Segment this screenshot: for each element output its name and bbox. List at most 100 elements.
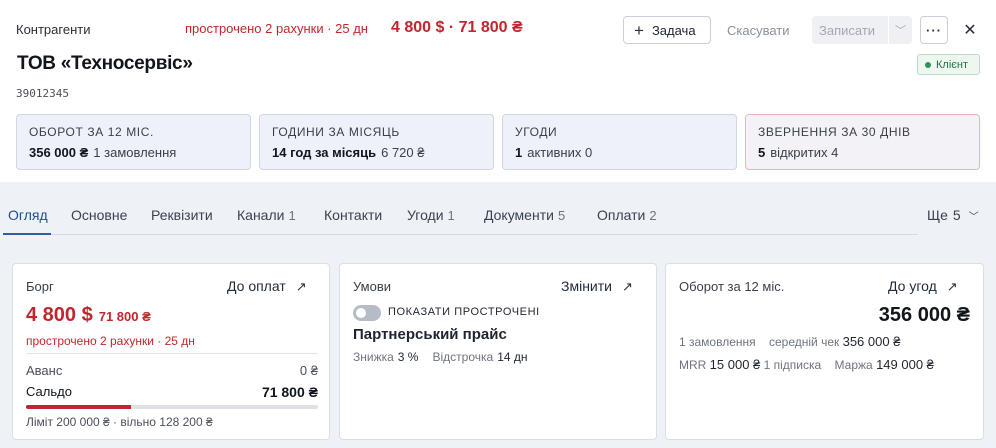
margin-value: 149 000 ₴ [876,357,934,372]
debt-card: Борг До оплат ↗ 4 800 $ 71 800 ₴ простроче… [12,263,330,440]
balance-label: Сальдо [26,384,72,399]
status-badge: Клієнт [917,54,980,75]
divider [26,353,318,354]
tab-label: Контакти [324,207,383,223]
show-overdue-label: Показати прострочені [388,306,540,318]
tab-label: Огляд [8,207,48,223]
arrow-up-right-icon: ↗ [621,279,633,294]
show-overdue-toggle[interactable] [353,305,381,321]
debt-amount-uah: 71 800 ₴ [98,309,151,324]
turnover-amount: 356 000 ₴ [878,304,970,326]
arrow-up-right-icon: ↗ [295,279,307,294]
tab-label: Основне [71,207,128,223]
debt-amount-usd: 4 800 $ [26,304,93,326]
change-terms-link[interactable]: Змінити ↗ [561,278,633,295]
stat-detail: активних 0 [527,145,593,160]
status-badge-label: Клієнт [936,58,968,71]
terms-card: Умови Змінити ↗ Показати прострочені Парт… [339,263,657,440]
breadcrumb[interactable]: Контрагенти [16,22,90,37]
tab-contacts[interactable]: Контакти [324,207,382,223]
to-deals-link[interactable]: До угод ↗ [888,278,958,295]
stat-hours[interactable]: Години за місяць 14 год за місяць 6 720 ₴ [259,114,494,170]
tab-count: 5 [557,208,566,223]
tabs-more-count: 5 [952,207,961,223]
add-task-button[interactable]: + Задача [623,16,711,44]
stat-detail: 6 720 ₴ [381,145,425,160]
advance-label: Аванс [26,363,63,378]
page-header: Контрагенти прострочено 2 рахунки · 25 д… [0,0,996,182]
terms-meta: Знижка 3 % Відстрочка 14 дн [353,350,542,364]
mrr-label: MRR [679,358,707,372]
tab-overview[interactable]: Огляд [8,207,48,223]
debt-amount: 4 800 $ 71 800 ₴ [26,304,151,327]
close-icon[interactable]: ✕ [961,16,979,44]
card-title: Умови [353,279,392,294]
card-title: Борг [26,279,54,294]
chevron-down-icon[interactable]: ﹀ [889,22,912,38]
status-dot-icon [925,61,931,68]
tab-documents[interactable]: Документи 5 [484,207,565,223]
credit-limit-fill [26,405,132,409]
overdue-summary: прострочено 2 рахунки · 25 дн [185,21,368,36]
turnover-card: Оборот за 12 міс. До угод ↗ 356 000 ₴ 1 з… [665,263,984,440]
tabs-more-label: Ще [927,207,948,223]
advance-row: Аванс 0 ₴ [26,363,318,378]
page-title: ТОВ «Техносервіс» [17,53,193,74]
tab-count: 1 [288,208,296,223]
cancel-button[interactable]: Скасувати [727,16,790,44]
tab-count: 1 [447,208,455,223]
tab-label: Реквізити [151,207,213,223]
credit-limit-text: Ліміт 200 000 ₴ · вільно 128 200 ₴ [26,415,213,429]
subscriptions-count: 1 підписка [763,358,822,372]
save-button-group: Записати ﹀ [812,16,912,44]
orders-count: 1 замовлення [679,335,756,349]
turnover-mrr-row: MRR 15 000 ₴ 1 підписка Маржа 149 000 ₴ [679,357,934,372]
deferral-value: 14 дн [497,350,528,364]
turnover-orders-row: 1 замовлення середній чек 356 000 ₴ [679,334,900,349]
to-payments-link[interactable]: До оплат ↗ [227,278,307,295]
discount-label: Знижка [353,350,394,364]
credit-limit-bar [26,405,318,409]
card-title: Оборот за 12 міс. [679,279,785,294]
stat-value: 14 год за місяць [272,145,377,160]
link-label: До оплат [227,278,286,294]
stat-deals[interactable]: Угоди 1 активних 0 [502,114,737,170]
tabs-more-button[interactable]: Ще 5 ﹀ [927,207,979,223]
tab-payments[interactable]: Оплати 2 [597,207,657,223]
tab-main[interactable]: Основне [71,207,127,223]
balance-value: 71 800 ₴ [261,384,318,400]
advance-value: 0 ₴ [299,363,318,378]
tab-label: Канали [237,207,285,223]
stat-title: Угоди [515,125,558,139]
stat-title: Години за місяць [272,125,400,139]
stat-turnover[interactable]: Оборот за 12 міс. 356 000 ₴ 1 замовлення [16,114,251,170]
save-button[interactable]: Записати [812,23,888,38]
tab-label: Документи [484,207,554,223]
chevron-down-icon: ﹀ [968,212,979,223]
tab-channels[interactable]: Канали 1 [237,207,296,223]
stat-detail: 1 замовлення [93,145,177,160]
edrpou-code: 39012345 [16,87,69,100]
stat-title: Звернення за 30 днів [758,125,911,139]
avg-check-value: 356 000 ₴ [842,334,901,349]
tab-deals[interactable]: Угоди 1 [407,207,455,223]
tab-label: Оплати [597,207,646,223]
link-label: До угод [888,278,937,294]
more-icon[interactable]: ··· [920,16,948,44]
stat-requests[interactable]: Звернення за 30 днів 5 відкритих 4 [745,114,980,170]
toggle-knob [356,308,366,318]
tab-divider [51,234,918,235]
arrow-up-right-icon: ↗ [946,279,958,294]
discount-value: 3 % [397,350,419,364]
plus-icon: + [634,20,644,40]
stat-detail: відкритих 4 [770,145,839,160]
tab-requisites[interactable]: Реквізити [151,207,213,223]
overdue-amount: 4 800 $ · 71 800 ₴ [391,19,523,36]
add-task-label: Задача [651,22,696,38]
mrr-value: 15 000 ₴ [709,357,761,372]
stat-value: 1 [515,145,523,160]
debt-overdue: прострочено 2 рахунки · 25 дн [26,334,195,348]
deferral-label: Відстрочка [432,350,494,364]
link-label: Змінити [561,278,612,294]
balance-row: Сальдо 71 800 ₴ [26,384,318,400]
